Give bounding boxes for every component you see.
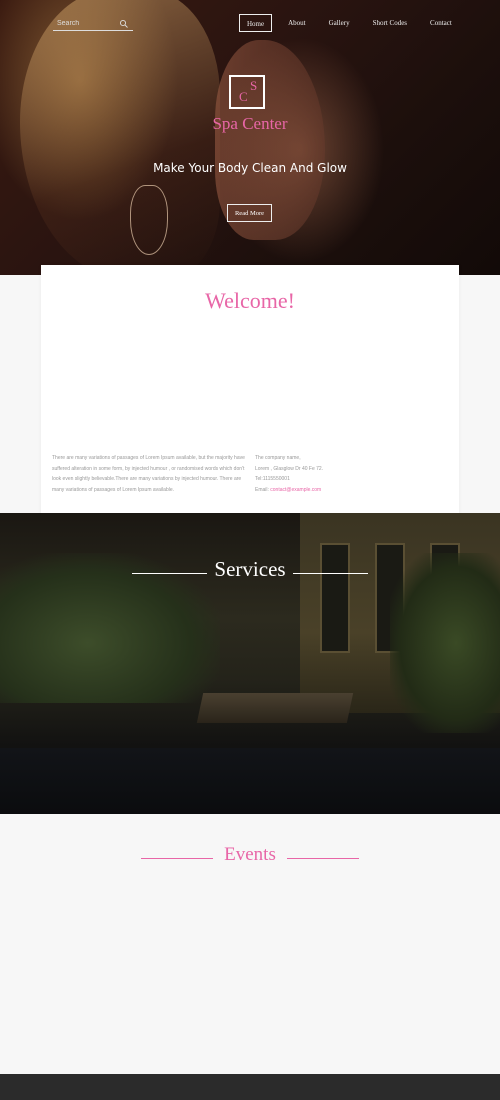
services-bg-lounger <box>196 693 354 723</box>
hero-banner: Home About Gallery Short Codes Contact C… <box>0 0 500 275</box>
logo-mark[interactable]: C S <box>229 75 265 109</box>
company-info: The company name, Lorem , Glasglow Dr 40… <box>255 453 435 495</box>
services-bg-pool <box>0 748 500 814</box>
search-box <box>53 17 133 31</box>
company-email-line: Email: contact@example.com <box>255 485 435 496</box>
main-nav: Home About Gallery Short Codes Contact <box>239 14 459 32</box>
nav-about[interactable]: About <box>281 14 313 32</box>
welcome-card: Welcome! There are many variations of pa… <box>41 265 459 521</box>
hero-headline: Make Your Body Clean And Glow <box>153 161 347 175</box>
events-title: Events <box>224 844 276 865</box>
footer-bar <box>0 1074 500 1100</box>
nav-contact[interactable]: Contact <box>423 14 459 32</box>
events-divider-right <box>287 858 359 859</box>
services-section: Services <box>0 513 500 814</box>
services-title: Services <box>214 557 286 581</box>
nav-home[interactable]: Home <box>239 14 273 32</box>
company-name: The company name, <box>255 455 301 461</box>
company-tel: Tel:1115550001 <box>255 476 290 482</box>
logo-letter-s: S <box>250 78 258 93</box>
company-email-label: Email: <box>255 486 271 493</box>
welcome-title: Welcome! <box>205 288 295 313</box>
hero-image-earring <box>130 185 168 255</box>
read-more-button[interactable]: Read More <box>227 204 272 222</box>
hero-image-hair <box>20 0 220 275</box>
welcome-body-text: There are many variations of passages of… <box>52 455 245 493</box>
nav-short-codes[interactable]: Short Codes <box>366 14 414 32</box>
services-divider-right <box>293 573 368 574</box>
logo-letter-c: C <box>239 89 248 104</box>
logo-text[interactable]: Spa Center <box>0 114 500 134</box>
search-icon[interactable] <box>119 19 129 29</box>
company-email-link[interactable]: contact@example.com <box>270 487 321 493</box>
company-address: Lorem , Glasglow Dr 40 Fe 72. <box>255 465 324 472</box>
search-input[interactable] <box>53 20 113 27</box>
nav-gallery[interactable]: Gallery <box>322 14 357 32</box>
